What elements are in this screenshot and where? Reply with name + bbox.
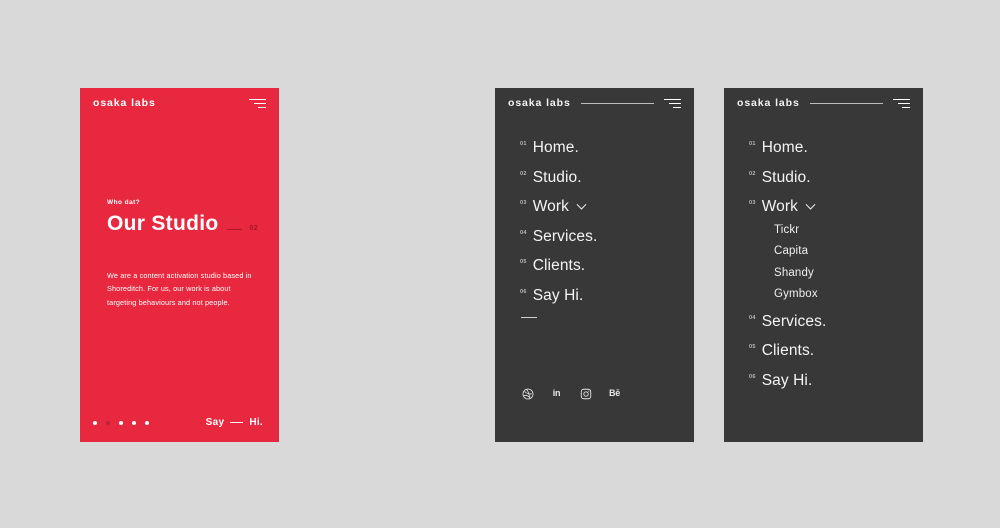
work-submenu: Tickr Capita Shandy Gymbox xyxy=(774,224,909,301)
linkedin-label: in xyxy=(552,388,561,398)
menu-panel-collapsed: osaka labs 01 Home. 02 Studio. 03 Work 0… xyxy=(495,88,694,442)
nav-item-number: 01 xyxy=(520,141,527,147)
hamburger-menu-icon[interactable] xyxy=(249,98,266,108)
dribbble-icon[interactable] xyxy=(521,387,534,400)
hero-content: Who dat? Our Studio 02 We are a content … xyxy=(107,199,261,309)
nav-item-number: 06 xyxy=(520,288,527,295)
hero-brand-bar: osaka labs xyxy=(80,88,279,118)
brand-logo: osaka labs xyxy=(508,96,571,109)
linkedin-icon[interactable]: in xyxy=(550,387,563,400)
page-title: Our Studio xyxy=(107,211,219,235)
nav-item-studio[interactable]: 02 Studio. xyxy=(520,168,680,186)
hero-panel: osaka labs Who dat? Our Studio 02 We are… xyxy=(80,88,279,442)
nav-item-number: 01 xyxy=(749,141,756,147)
nav-item-label: Say Hi. xyxy=(761,371,813,389)
nav-item-number: 05 xyxy=(749,344,756,350)
hero-index-dash xyxy=(226,228,242,230)
nav-item-label: Home. xyxy=(532,139,579,156)
nav-item-label: Studio. xyxy=(761,168,811,186)
say-hi-label-start: Say xyxy=(205,417,225,428)
hero-eyebrow: Who dat? xyxy=(107,199,141,206)
nav-item-label: Home. xyxy=(761,139,808,156)
chevron-down-icon[interactable] xyxy=(576,199,587,210)
say-hi-rule xyxy=(230,421,244,424)
hamburger-menu-icon[interactable] xyxy=(893,98,910,108)
main-navigation: 01 Home. 02 Studio. 03 Work 04 Services.… xyxy=(520,140,680,319)
hamburger-menu-icon[interactable] xyxy=(664,98,681,108)
carousel-dot[interactable] xyxy=(93,420,97,425)
brand-divider-rule xyxy=(580,102,654,104)
nav-item-label: Say Hi. xyxy=(532,286,584,304)
behance-label: Bē xyxy=(608,388,621,398)
nav-item-label: Clients. xyxy=(761,342,815,359)
nav-item-label: Services. xyxy=(761,312,827,330)
carousel-dot-active[interactable] xyxy=(106,420,110,425)
main-navigation-expanded: 01 Home. 02 Studio. 03 Work Tickr Capita… xyxy=(749,140,909,402)
brand-logo: osaka labs xyxy=(93,96,156,109)
chevron-down-icon[interactable] xyxy=(805,199,816,210)
carousel-dot[interactable] xyxy=(119,420,123,425)
nav-item-services[interactable]: 04 Services. xyxy=(520,227,680,245)
instagram-icon[interactable] xyxy=(579,387,592,400)
say-hi-button[interactable]: Say Hi. xyxy=(206,417,263,428)
nav-item-label: Clients. xyxy=(532,257,586,274)
nav-item-studio[interactable]: 02 Studio. xyxy=(749,168,909,186)
nav-item-label: Work xyxy=(761,198,799,215)
nav-item-say-hi[interactable]: 06 Say Hi. xyxy=(520,286,680,304)
hero-index-number: 02 xyxy=(249,224,259,232)
hero-footer: Say Hi. xyxy=(93,417,263,428)
menu-panel-expanded: osaka labs 01 Home. 02 Studio. 03 Work T… xyxy=(724,88,923,442)
nav-item-number: 03 xyxy=(520,200,527,206)
nav-item-work[interactable]: 03 Work xyxy=(520,199,680,215)
screen-canvas: osaka labs Who dat? Our Studio 02 We are… xyxy=(0,0,1000,528)
nav-item-clients[interactable]: 05 Clients. xyxy=(520,258,680,274)
nav-item-say-hi[interactable]: 06 Say Hi. xyxy=(749,371,909,389)
menu-divider xyxy=(521,317,537,319)
nav-item-number: 04 xyxy=(749,314,756,321)
menu-brand-bar: osaka labs xyxy=(495,88,694,118)
nav-item-services[interactable]: 04 Services. xyxy=(749,312,909,330)
nav-item-number: 03 xyxy=(749,200,756,206)
nav-item-home[interactable]: 01 Home. xyxy=(520,140,680,156)
nav-item-clients[interactable]: 05 Clients. xyxy=(749,343,909,359)
hero-description: We are a content activation studio based… xyxy=(107,270,252,307)
say-hi-label-end: Hi. xyxy=(249,417,263,428)
carousel-dots[interactable] xyxy=(93,420,149,425)
menu-brand-bar: osaka labs xyxy=(724,88,923,118)
nav-item-work[interactable]: 03 Work xyxy=(749,199,909,215)
behance-icon[interactable]: Bē xyxy=(608,387,621,400)
brand-logo: osaka labs xyxy=(737,96,800,109)
social-links: in Bē xyxy=(521,387,621,400)
nav-item-number: 06 xyxy=(749,373,756,380)
nav-item-label: Studio. xyxy=(532,168,582,186)
submenu-item-gymbox[interactable]: Gymbox xyxy=(774,288,909,301)
nav-item-label: Services. xyxy=(532,227,598,245)
brand-divider-rule xyxy=(809,102,883,104)
nav-item-number: 02 xyxy=(520,170,527,177)
hero-title-row: Our Studio 02 xyxy=(107,211,261,235)
nav-item-number: 04 xyxy=(520,229,527,236)
nav-item-number: 02 xyxy=(749,170,756,177)
submenu-item-capita[interactable]: Capita xyxy=(774,245,909,258)
submenu-item-shandy[interactable]: Shandy xyxy=(774,267,909,280)
nav-item-label: Work xyxy=(532,198,570,215)
carousel-dot[interactable] xyxy=(132,420,136,425)
carousel-dot[interactable] xyxy=(145,420,149,425)
submenu-item-tickr[interactable]: Tickr xyxy=(774,224,909,237)
nav-item-number: 05 xyxy=(520,259,527,265)
nav-item-home[interactable]: 01 Home. xyxy=(749,140,909,156)
